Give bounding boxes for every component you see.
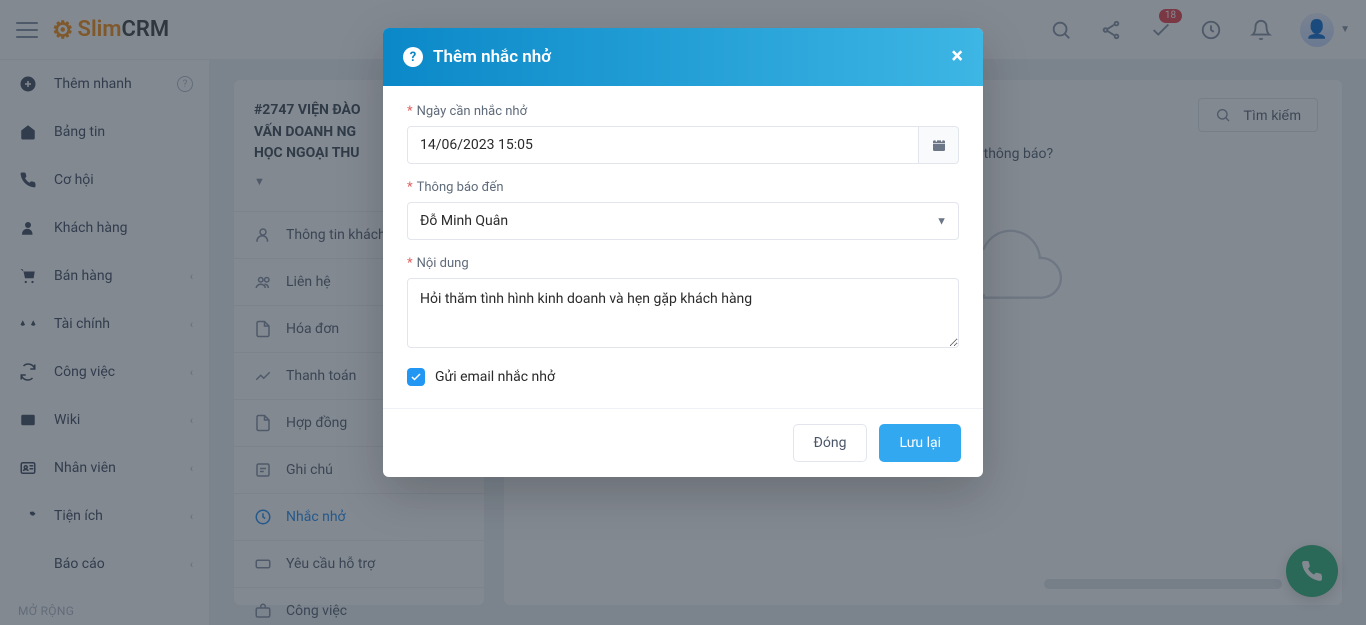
modal-footer: Đóng Lưu lại xyxy=(383,408,983,477)
notify-to-select[interactable]: Đỗ Minh Quân xyxy=(407,202,959,240)
modal-overlay[interactable]: ? Thêm nhắc nhở × *Ngày cần nhắc nhở *Th… xyxy=(0,0,1366,625)
send-email-checkbox[interactable] xyxy=(407,368,425,386)
question-icon[interactable]: ? xyxy=(403,47,423,67)
field-label: *Ngày cần nhắc nhở xyxy=(407,104,959,119)
field-label: *Nội dung xyxy=(407,256,959,271)
add-reminder-modal: ? Thêm nhắc nhở × *Ngày cần nhắc nhở *Th… xyxy=(383,28,983,477)
close-button[interactable]: Đóng xyxy=(793,424,868,462)
field-label: *Thông báo đến xyxy=(407,180,959,195)
reminder-content-textarea[interactable] xyxy=(407,278,959,348)
reminder-date-input[interactable] xyxy=(407,126,919,164)
calendar-icon xyxy=(931,137,947,153)
modal-header: ? Thêm nhắc nhở × xyxy=(383,28,983,86)
calendar-button[interactable] xyxy=(919,126,959,164)
save-button[interactable]: Lưu lại xyxy=(879,424,961,462)
close-icon[interactable]: × xyxy=(951,46,963,68)
modal-title: Thêm nhắc nhở xyxy=(433,47,941,67)
check-icon xyxy=(410,371,422,383)
checkbox-label: Gửi email nhắc nhở xyxy=(435,369,555,385)
